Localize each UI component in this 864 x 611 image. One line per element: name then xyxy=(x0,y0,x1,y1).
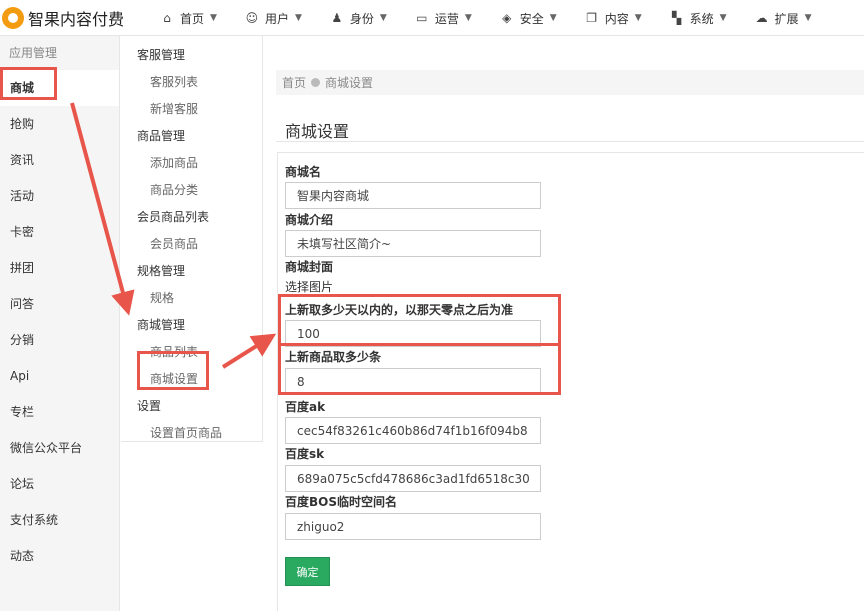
breadcrumb-home[interactable]: 首页 xyxy=(282,74,306,91)
chevron-down-icon: ▼ xyxy=(719,13,727,23)
chevron-down-icon: ▼ xyxy=(549,13,557,23)
highlight-box-new-days xyxy=(278,294,561,346)
submenu-item-member-goods[interactable]: 会员商品 xyxy=(121,231,262,258)
app-title: 智果内容付费 xyxy=(28,10,125,29)
submenu-item-goods-category[interactable]: 商品分类 xyxy=(121,177,262,204)
sidebar-item-1[interactable]: 抢购 xyxy=(0,106,119,142)
chevron-down-icon: ▼ xyxy=(210,13,217,23)
users-icon: ♟ xyxy=(331,11,343,25)
submenu-item-service-list[interactable]: 客服列表 xyxy=(121,69,262,96)
shop-name-input[interactable] xyxy=(285,182,541,209)
topnav-label: 首页 xyxy=(180,11,205,26)
submenu-item-home-goods[interactable]: 设置首页商品 xyxy=(121,420,262,447)
shield-icon: ◈ xyxy=(502,11,512,25)
bos-label: 百度BOS临时空间名 xyxy=(285,495,397,509)
orange-logo-icon xyxy=(2,7,24,29)
baidu-sk-input[interactable] xyxy=(285,465,541,492)
home-icon: ⌂ xyxy=(163,11,171,25)
topnav-label: 系统 xyxy=(689,11,714,26)
confirm-button[interactable]: 确定 xyxy=(285,557,330,586)
shop-cover-label: 商城封面 xyxy=(285,260,334,274)
sidebar-item-7[interactable]: 分销 xyxy=(0,322,119,358)
submenu-item-spec[interactable]: 规格 xyxy=(121,285,262,312)
submenu-group-spec: 规格管理 xyxy=(137,264,186,278)
sidebar-item-3[interactable]: 活动 xyxy=(0,178,119,214)
user-icon: ☺ xyxy=(245,11,259,25)
highlight-box-shop-settings xyxy=(137,351,209,390)
sidebar-item-11[interactable]: 论坛 xyxy=(0,466,119,502)
topnav-label: 扩展 xyxy=(774,11,799,26)
topnav-label: 用户 xyxy=(264,11,289,26)
topnav-item-6[interactable]: ▚ 系统 ▼ xyxy=(670,0,727,36)
sidebar-item-9[interactable]: 专栏 xyxy=(0,394,119,430)
sidebar-item-10[interactable]: 微信公众平台 xyxy=(0,430,119,466)
topnav-item-2[interactable]: ♟ 身份 ▼ xyxy=(330,0,387,36)
submenu-group-service: 客服管理 xyxy=(137,48,186,62)
topnav-item-1[interactable]: ☺ 用户 ▼ xyxy=(245,0,302,36)
top-navbar: 智果内容付费 ⌂ 首页 ▼ ☺ 用户 ▼ ♟ 身份 ▼ ▭ 运营 ▼ ◈ 安全 ▼ ❐ 内容 ▼ ▚ 系统 ▼ ☁ 扩展 ▼ xyxy=(0,0,864,36)
app-sidebar: 应用管理 商城 抢购 资讯 活动 卡密 拼团 问答 分销 Api 专栏 微信公众平台 论坛 支付系统 动态 xyxy=(0,36,120,611)
chevron-down-icon: ▼ xyxy=(804,13,812,23)
sidebar-item-4[interactable]: 卡密 xyxy=(0,214,119,250)
windows-icon: ▚ xyxy=(672,11,682,25)
shop-intro-label: 商城介绍 xyxy=(285,213,334,227)
choose-image-link[interactable]: 选择图片 xyxy=(285,278,333,295)
topnav-label: 运营 xyxy=(434,11,459,26)
title-divider xyxy=(276,141,864,142)
topnav-item-3[interactable]: ▭ 运营 ▼ xyxy=(415,0,472,36)
chevron-down-icon: ▼ xyxy=(379,13,387,23)
submenu-group-settings: 设置 xyxy=(137,399,162,413)
topnav-item-7[interactable]: ☁ 扩展 ▼ xyxy=(755,0,812,36)
sidebar-item-5[interactable]: 拼团 xyxy=(0,250,119,286)
breadcrumb-current: 商城设置 xyxy=(325,76,374,90)
bos-input[interactable] xyxy=(285,513,541,540)
chevron-down-icon: ▼ xyxy=(634,13,642,23)
topnav-label: 安全 xyxy=(519,11,544,26)
topnav-item-5[interactable]: ❐ 内容 ▼ xyxy=(585,0,642,36)
monitor-icon: ▭ xyxy=(416,11,428,25)
topnav-label: 内容 xyxy=(604,11,629,26)
baidu-ak-input[interactable] xyxy=(285,417,541,444)
highlight-box-new-count xyxy=(278,343,561,395)
copy-icon: ❐ xyxy=(586,11,598,25)
shop-intro-input[interactable] xyxy=(285,230,541,257)
sidebar-section-title: 应用管理 xyxy=(9,46,58,60)
top-menu: ⌂ 首页 ▼ ☺ 用户 ▼ ♟ 身份 ▼ ▭ 运营 ▼ ◈ 安全 ▼ ❐ 内容 ▼ ▚ 系统 ▼ ☁ 扩展 ▼ xyxy=(160,0,840,36)
submenu-group-goods: 商品管理 xyxy=(137,129,186,143)
brand[interactable]: 智果内容付费 xyxy=(0,2,124,34)
submenu-group-shop: 商城管理 xyxy=(137,318,186,332)
sidebar-item-12[interactable]: 支付系统 xyxy=(0,502,119,538)
sidebar-item-2[interactable]: 资讯 xyxy=(0,142,119,178)
topnav-item-0[interactable]: ⌂ 首页 ▼ xyxy=(160,0,217,36)
submenu-group-member-goods: 会员商品列表 xyxy=(137,210,210,224)
chevron-down-icon: ▼ xyxy=(294,13,302,23)
submenu-item-add-service[interactable]: 新增客服 xyxy=(121,96,262,123)
highlight-box-shop xyxy=(0,67,57,100)
sidebar-item-8[interactable]: Api xyxy=(0,358,119,394)
topnav-label: 身份 xyxy=(349,11,374,26)
chevron-down-icon: ▼ xyxy=(464,13,472,23)
sidebar-item-6[interactable]: 问答 xyxy=(0,286,119,322)
page-title: 商城设置 xyxy=(285,122,350,141)
cloud-icon: ☁ xyxy=(755,11,768,25)
baidu-sk-label: 百度sk xyxy=(285,447,325,461)
sidebar-item-13[interactable]: 动态 xyxy=(0,538,119,574)
breadcrumb-separator-icon xyxy=(311,78,321,87)
baidu-ak-label: 百度ak xyxy=(285,400,326,414)
submenu-item-add-goods[interactable]: 添加商品 xyxy=(121,150,262,177)
topnav-item-4[interactable]: ◈ 安全 ▼ xyxy=(500,0,557,36)
breadcrumb: 首页 商城设置 xyxy=(276,70,864,95)
shop-name-label: 商城名 xyxy=(285,165,322,179)
